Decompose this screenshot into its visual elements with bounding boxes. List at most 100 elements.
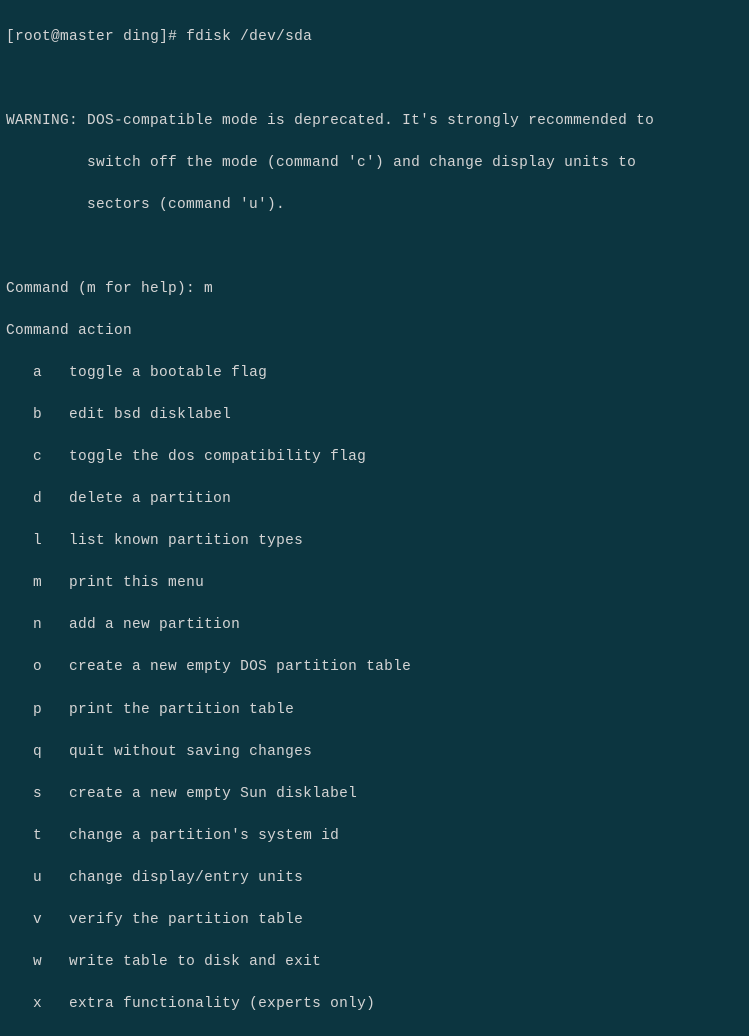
action-key: s bbox=[33, 786, 42, 802]
action-key: q bbox=[33, 744, 42, 760]
blank-line bbox=[6, 237, 743, 258]
sep bbox=[42, 870, 69, 886]
indent bbox=[6, 996, 33, 1012]
sep bbox=[42, 744, 69, 760]
action-key: u bbox=[33, 870, 42, 886]
action-key: a bbox=[33, 365, 42, 381]
indent bbox=[6, 155, 87, 171]
indent bbox=[6, 954, 33, 970]
warning-prefix: WARNING: bbox=[6, 113, 78, 129]
warning-line-3: sectors (command 'u'). bbox=[6, 195, 743, 216]
action-desc: quit without saving changes bbox=[69, 744, 312, 760]
indent bbox=[6, 912, 33, 928]
action-row: w write table to disk and exit bbox=[6, 952, 743, 973]
action-row: a toggle a bootable flag bbox=[6, 363, 743, 384]
action-row: q quit without saving changes bbox=[6, 742, 743, 763]
sep bbox=[42, 491, 69, 507]
action-row: t change a partition's system id bbox=[6, 826, 743, 847]
indent bbox=[6, 449, 33, 465]
action-key: v bbox=[33, 912, 42, 928]
space bbox=[114, 29, 123, 45]
action-key: b bbox=[33, 407, 42, 423]
indent bbox=[6, 828, 33, 844]
indent bbox=[6, 407, 33, 423]
action-row: u change display/entry units bbox=[6, 868, 743, 889]
prompt-symbol: # bbox=[168, 29, 177, 45]
indent bbox=[6, 786, 33, 802]
action-key: m bbox=[33, 575, 42, 591]
bracket-close: ] bbox=[159, 29, 168, 45]
action-desc: delete a partition bbox=[69, 491, 231, 507]
indent bbox=[6, 702, 33, 718]
action-row: d delete a partition bbox=[6, 489, 743, 510]
cwd: ding bbox=[123, 29, 159, 45]
action-key: x bbox=[33, 996, 42, 1012]
action-key: n bbox=[33, 617, 42, 633]
sep bbox=[42, 954, 69, 970]
action-row: n add a new partition bbox=[6, 615, 743, 636]
bracket-open: [ bbox=[6, 29, 15, 45]
action-row: x extra functionality (experts only) bbox=[6, 994, 743, 1015]
action-desc: create a new empty Sun disklabel bbox=[69, 786, 357, 802]
action-key: t bbox=[33, 828, 42, 844]
action-desc: change a partition's system id bbox=[69, 828, 339, 844]
command-action-header: Command action bbox=[6, 321, 743, 342]
entered-command: fdisk /dev/sda bbox=[186, 29, 312, 45]
sep bbox=[42, 828, 69, 844]
space bbox=[195, 281, 204, 297]
action-key: d bbox=[33, 491, 42, 507]
blank-line bbox=[6, 69, 743, 90]
sep bbox=[42, 449, 69, 465]
action-row: s create a new empty Sun disklabel bbox=[6, 784, 743, 805]
sep bbox=[42, 365, 69, 381]
action-desc: write table to disk and exit bbox=[69, 954, 321, 970]
warning-text-2: switch off the mode (command 'c') and ch… bbox=[87, 155, 636, 171]
shell-prompt-line[interactable]: [root@master ding]# fdisk /dev/sda bbox=[6, 27, 743, 48]
indent bbox=[6, 870, 33, 886]
indent bbox=[6, 575, 33, 591]
fdisk-command-prompt[interactable]: Command (m for help): m bbox=[6, 279, 743, 300]
action-desc: print this menu bbox=[69, 575, 204, 591]
sep bbox=[42, 617, 69, 633]
warning-text-3: sectors (command 'u'). bbox=[87, 197, 285, 213]
sep bbox=[42, 407, 69, 423]
action-key: c bbox=[33, 449, 42, 465]
action-row: b edit bsd disklabel bbox=[6, 405, 743, 426]
action-row: l list known partition types bbox=[6, 531, 743, 552]
sep bbox=[42, 912, 69, 928]
action-desc: extra functionality (experts only) bbox=[69, 996, 375, 1012]
space bbox=[177, 29, 186, 45]
command-prompt-label: Command (m for help): bbox=[6, 281, 195, 297]
action-row: v verify the partition table bbox=[6, 910, 743, 931]
action-key: o bbox=[33, 659, 42, 675]
command-prompt-input: m bbox=[204, 281, 213, 297]
action-row: c toggle the dos compatibility flag bbox=[6, 447, 743, 468]
sep bbox=[42, 702, 69, 718]
action-desc: toggle a bootable flag bbox=[69, 365, 267, 381]
action-desc: print the partition table bbox=[69, 702, 294, 718]
warning-line-2: switch off the mode (command 'c') and ch… bbox=[6, 153, 743, 174]
user: root bbox=[15, 29, 51, 45]
indent bbox=[6, 659, 33, 675]
at-symbol: @ bbox=[51, 29, 60, 45]
indent bbox=[6, 197, 87, 213]
space bbox=[78, 113, 87, 129]
warning-text-1: DOS-compatible mode is deprecated. It's … bbox=[87, 113, 654, 129]
sep bbox=[42, 786, 69, 802]
indent bbox=[6, 744, 33, 760]
sep bbox=[42, 575, 69, 591]
action-row: p print the partition table bbox=[6, 700, 743, 721]
sep bbox=[42, 659, 69, 675]
action-key: w bbox=[33, 954, 42, 970]
sep bbox=[42, 996, 69, 1012]
action-row: m print this menu bbox=[6, 573, 743, 594]
action-desc: edit bsd disklabel bbox=[69, 407, 231, 423]
indent bbox=[6, 491, 33, 507]
action-desc: verify the partition table bbox=[69, 912, 303, 928]
host: master bbox=[60, 29, 114, 45]
action-desc: change display/entry units bbox=[69, 870, 303, 886]
action-key: p bbox=[33, 702, 42, 718]
warning-line-1: WARNING: DOS-compatible mode is deprecat… bbox=[6, 111, 743, 132]
indent bbox=[6, 617, 33, 633]
terminal-output: [root@master ding]# fdisk /dev/sda WARNI… bbox=[6, 6, 743, 1036]
